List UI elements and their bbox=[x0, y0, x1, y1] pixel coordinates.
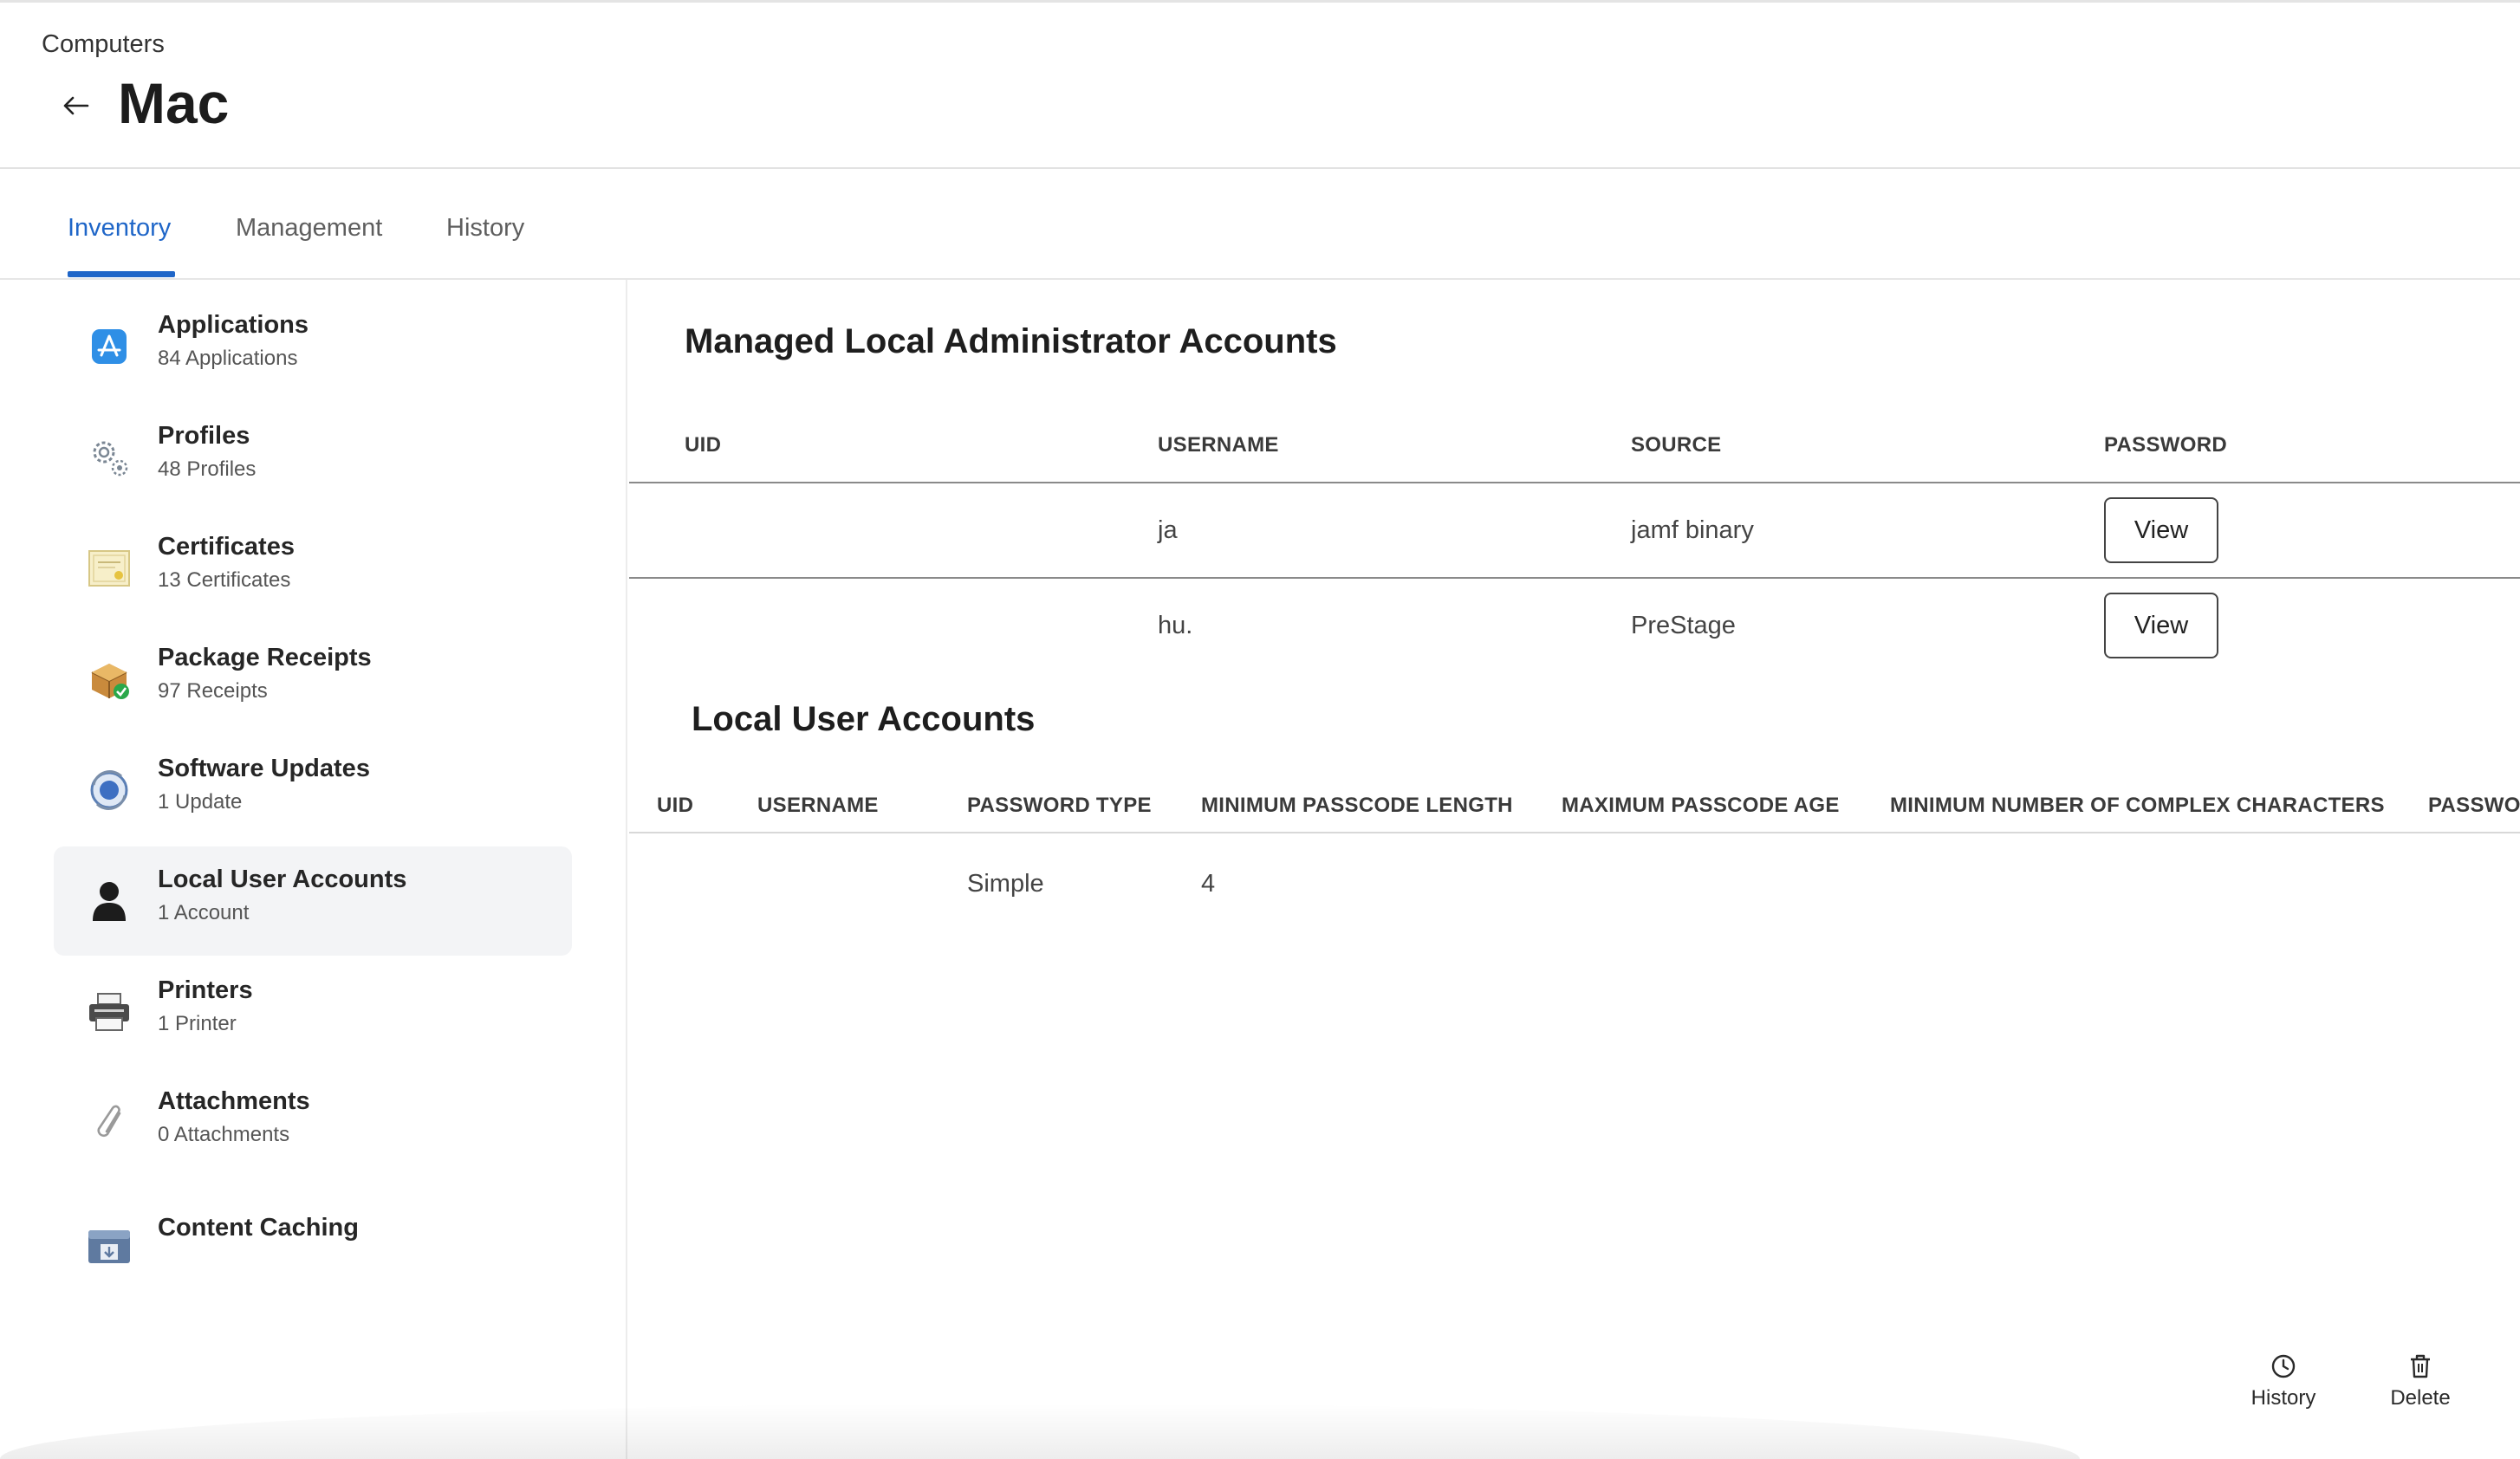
certificate-icon bbox=[85, 544, 133, 593]
column-header-uid: UID bbox=[685, 433, 722, 457]
column-header-uid: UID bbox=[657, 794, 694, 817]
sidebar-item-package-receipts[interactable]: Package Receipts 97 Receipts bbox=[54, 625, 572, 734]
delete-button[interactable]: Delete bbox=[2373, 1353, 2468, 1423]
sidebar-item-count: 0 Attachments bbox=[158, 1123, 290, 1146]
page-title: Mac bbox=[118, 71, 230, 135]
column-header-min-passcode-length: MINIMUM PASSCODE LENGTH bbox=[1201, 794, 1513, 817]
sidebar-item-label: Applications bbox=[158, 311, 309, 339]
sidebar-item-local-user-accounts[interactable]: Local User Accounts 1 Account bbox=[54, 846, 572, 956]
gears-icon bbox=[85, 433, 133, 482]
sidebar-item-applications[interactable]: Applications 84 Applications bbox=[54, 292, 572, 401]
column-header-max-passcode-age: MAXIMUM PASSCODE AGE bbox=[1562, 794, 1840, 817]
history-button[interactable]: History bbox=[2236, 1353, 2331, 1423]
sidebar-item-count: 1 Printer bbox=[158, 1012, 237, 1035]
sidebar-item-label: Profiles bbox=[158, 422, 250, 450]
sidebar-item-software-updates[interactable]: Software Updates 1 Update bbox=[54, 736, 572, 845]
sidebar-item-count: 48 Profiles bbox=[158, 457, 257, 481]
user-silhouette-icon bbox=[85, 877, 133, 925]
back-button[interactable] bbox=[54, 88, 97, 124]
username-cell: hu. bbox=[1158, 612, 1193, 639]
page-header: Computers Mac bbox=[0, 3, 2520, 169]
local-accounts-title: Local User Accounts bbox=[692, 700, 1036, 738]
inventory-sidebar: Applications 84 Applications Profiles 48… bbox=[0, 280, 627, 1459]
table-header-divider bbox=[629, 832, 2520, 833]
clock-icon bbox=[2271, 1354, 2296, 1378]
sidebar-item-label: Content Caching bbox=[158, 1214, 359, 1242]
column-header-password-type: PASSWORD TYPE bbox=[967, 794, 1152, 817]
view-password-button[interactable]: View bbox=[2104, 497, 2218, 563]
breadcrumb[interactable]: Computers bbox=[42, 30, 165, 59]
sidebar-item-count: 97 Receipts bbox=[158, 679, 268, 703]
column-header-username: USERNAME bbox=[1158, 433, 1279, 457]
source-cell: PreStage bbox=[1631, 612, 1736, 639]
active-tab-indicator bbox=[68, 271, 175, 277]
content-caching-icon bbox=[85, 1222, 133, 1271]
sidebar-item-profiles[interactable]: Profiles 48 Profiles bbox=[54, 403, 572, 512]
sidebar-item-label: Package Receipts bbox=[158, 644, 372, 671]
printer-icon bbox=[85, 988, 133, 1036]
column-header-password: PASSWORD bbox=[2104, 433, 2227, 457]
arrow-left-icon bbox=[63, 96, 89, 115]
column-header-password-truncated: PASSWO bbox=[2428, 794, 2520, 817]
sidebar-item-printers[interactable]: Printers 1 Printer bbox=[54, 957, 572, 1067]
column-header-source: SOURCE bbox=[1631, 433, 1722, 457]
table-header-divider bbox=[629, 482, 2520, 483]
min-passcode-length-cell: 4 bbox=[1201, 870, 1216, 898]
sidebar-item-count: 84 Applications bbox=[158, 347, 298, 370]
sidebar-item-label: Certificates bbox=[158, 533, 295, 561]
tab-inventory[interactable]: Inventory bbox=[68, 214, 171, 243]
delete-label: Delete bbox=[2390, 1386, 2451, 1410]
tab-bar: Inventory Management History bbox=[0, 169, 2520, 280]
sidebar-item-count: 13 Certificates bbox=[158, 568, 291, 592]
paperclip-icon bbox=[85, 1099, 133, 1147]
sidebar-item-content-caching[interactable]: Content Caching bbox=[54, 1179, 572, 1288]
row-divider bbox=[629, 577, 2520, 579]
sidebar-item-attachments[interactable]: Attachments 0 Attachments bbox=[54, 1068, 572, 1177]
password-type-cell: Simple bbox=[967, 870, 1044, 898]
column-header-min-complex-characters: MINIMUM NUMBER OF COMPLEX CHARACTERS bbox=[1890, 794, 2385, 817]
sidebar-item-label: Local User Accounts bbox=[158, 866, 407, 893]
tab-management[interactable]: Management bbox=[236, 214, 382, 243]
tab-history[interactable]: History bbox=[446, 214, 524, 243]
view-password-button[interactable]: View bbox=[2104, 593, 2218, 658]
package-icon bbox=[85, 655, 133, 704]
sidebar-item-label: Printers bbox=[158, 976, 253, 1004]
app-store-icon bbox=[85, 322, 133, 371]
admin-accounts-title: Managed Local Administrator Accounts bbox=[685, 322, 1337, 360]
sidebar-item-count: 1 Account bbox=[158, 901, 250, 924]
username-cell: ja bbox=[1158, 516, 1178, 544]
sidebar-item-count: 1 Update bbox=[158, 790, 243, 814]
source-cell: jamf binary bbox=[1631, 516, 1754, 544]
history-label: History bbox=[2250, 1386, 2316, 1410]
sidebar-item-label: Attachments bbox=[158, 1087, 310, 1115]
column-header-username: USERNAME bbox=[757, 794, 879, 817]
sidebar-item-certificates[interactable]: Certificates 13 Certificates bbox=[54, 514, 572, 623]
software-update-icon bbox=[85, 766, 133, 814]
trash-icon bbox=[2411, 1354, 2430, 1378]
sidebar-item-label: Software Updates bbox=[158, 755, 370, 782]
